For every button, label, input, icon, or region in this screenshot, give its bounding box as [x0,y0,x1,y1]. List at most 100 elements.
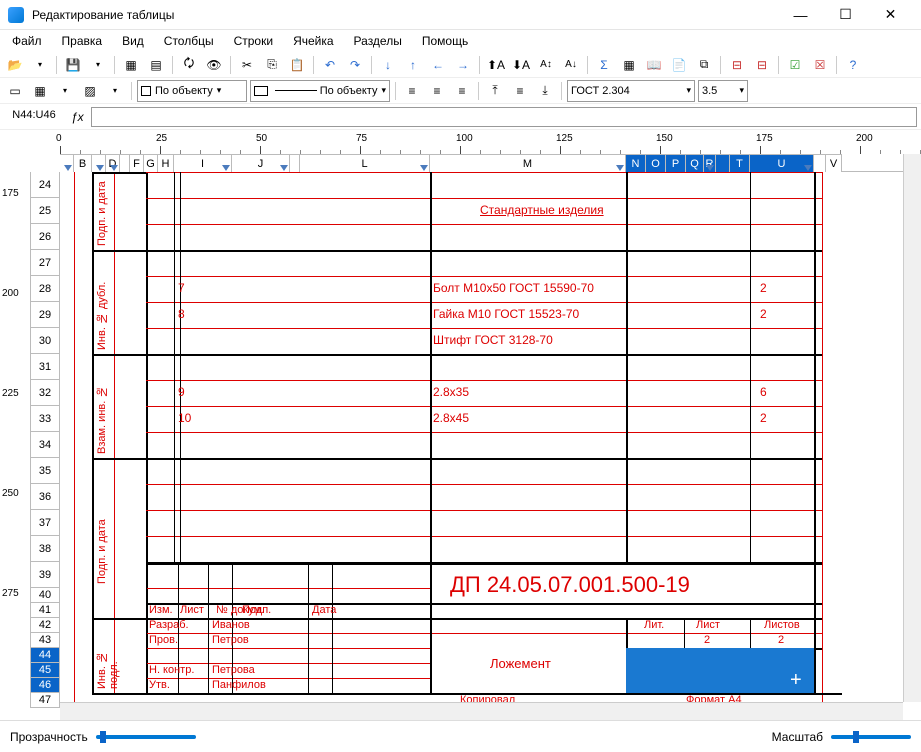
sum-icon[interactable]: Σ [593,54,615,76]
col-header-blank[interactable] [814,154,826,172]
arrow-right-icon[interactable]: → [452,54,474,76]
col-header-I[interactable]: I [174,154,232,172]
arrow-left-icon[interactable]: ← [427,54,449,76]
row-header-28[interactable]: 28 [30,276,60,302]
col-header-blank[interactable] [716,154,730,172]
cancel-icon[interactable]: ☒ [809,54,831,76]
row-header-31[interactable]: 31 [30,354,60,380]
col-header-T[interactable]: T [730,154,750,172]
row-header-32[interactable]: 32 [30,380,60,406]
formula-input[interactable] [91,107,917,127]
save-dropdown-icon[interactable]: ▾ [87,54,109,76]
sort-desc-icon[interactable]: ⬇A [510,54,532,76]
col-header-blank[interactable] [60,154,74,172]
row-header-30[interactable]: 30 [30,328,60,354]
row-header-24[interactable]: 24 [30,172,60,198]
row-header-26[interactable]: 26 [30,224,60,250]
pattern-icon[interactable]: ▨ [79,80,101,102]
paste-icon[interactable]: 📋 [286,54,308,76]
menu-Строки[interactable]: Строки [226,32,281,50]
col-header-D[interactable]: D [106,154,120,172]
cut-icon[interactable]: ✂ [236,54,258,76]
row-header-25[interactable]: 25 [30,198,60,224]
spreadsheet-canvas[interactable]: Подп. и датаИнв. № дубл.Взам. инв. №Подп… [60,172,903,702]
sort-asc-icon[interactable]: ⬆A [485,54,507,76]
redo-icon[interactable]: ↷ [344,54,366,76]
horizontal-scrollbar[interactable] [60,702,903,720]
menu-Файл[interactable]: Файл [4,32,50,50]
col-header-F[interactable]: F [130,154,144,172]
pattern-dd-icon[interactable]: ▾ [104,80,126,102]
row-header-35[interactable]: 35 [30,458,60,484]
delete-row-icon[interactable]: ⊟ [751,54,773,76]
row-header-46[interactable]: 46 [30,678,60,693]
book-icon[interactable]: 📖 [643,54,665,76]
col-header-P[interactable]: P [666,154,686,172]
vertical-scrollbar[interactable] [903,154,921,702]
fill-combo[interactable]: По объекту▾ [137,80,247,102]
props-icon[interactable]: 📄 [668,54,690,76]
row-header-38[interactable]: 38 [30,536,60,562]
grid-icon[interactable]: ▦ [618,54,640,76]
row-header-40[interactable]: 40 [30,588,60,603]
border-combo[interactable]: По объекту▾ [250,80,390,102]
maximize-button[interactable]: ☐ [823,1,868,29]
row-header-45[interactable]: 45 [30,663,60,678]
row-header-47[interactable]: 47 [30,693,60,708]
col-header-blank[interactable] [92,154,106,172]
filter-icon[interactable]: A↕ [535,54,557,76]
delete-col-icon[interactable]: ⊟ [726,54,748,76]
row-header-33[interactable]: 33 [30,406,60,432]
row-header-34[interactable]: 34 [30,432,60,458]
col-header-J[interactable]: J [232,154,290,172]
arrow-down-icon[interactable]: ↓ [377,54,399,76]
row-header-36[interactable]: 36 [30,484,60,510]
open-icon[interactable]: 📂 [4,54,26,76]
font-size-combo[interactable]: 3.5▾ [698,80,748,102]
menu-Вид[interactable]: Вид [114,32,152,50]
col-header-U[interactable]: U [750,154,814,172]
col-header-O[interactable]: O [646,154,666,172]
col-header-blank[interactable] [120,154,130,172]
column-headers[interactable]: BDFGHIJLMNOPQRTUV [60,154,903,172]
cell-reference[interactable]: N44:U46 [4,107,64,127]
eye-icon[interactable]: 👁 [203,54,225,76]
close-button[interactable]: ✕ [868,1,913,29]
cells-icon[interactable]: ▦ [29,80,51,102]
row-header-27[interactable]: 27 [30,250,60,276]
col-header-N[interactable]: N [626,154,646,172]
undo-icon[interactable]: ↶ [319,54,341,76]
table-icon[interactable]: ▦ [120,54,142,76]
save-icon[interactable]: 💾 [62,54,84,76]
row-header-43[interactable]: 43 [30,633,60,648]
align-left-icon[interactable]: ≡ [401,80,423,102]
help-icon[interactable]: ? [842,54,864,76]
row-header-42[interactable]: 42 [30,618,60,633]
row-header-41[interactable]: 41 [30,603,60,618]
font-combo[interactable]: ГОСТ 2.304▾ [567,80,695,102]
row-header-44[interactable]: 44 [30,648,60,663]
valign-bot-icon[interactable]: ⤓ [534,80,556,102]
check-icon[interactable]: ☑ [784,54,806,76]
row-header-29[interactable]: 29 [30,302,60,328]
valign-top-icon[interactable]: ⤒ [484,80,506,102]
col-header-Q[interactable]: Q [686,154,704,172]
row-headers[interactable]: 2425262728293031323334353637383940414243… [30,172,60,702]
open-dropdown-icon[interactable]: ▾ [29,54,51,76]
refresh-icon[interactable]: 🗘 [178,54,200,76]
minimize-button[interactable]: — [778,1,823,29]
layers-icon[interactable]: ⧉ [693,54,715,76]
col-header-G[interactable]: G [144,154,158,172]
col-header-R[interactable]: R [704,154,716,172]
menu-Помощь[interactable]: Помощь [414,32,476,50]
col-header-blank[interactable] [290,154,300,172]
col-header-L[interactable]: L [300,154,430,172]
col-header-M[interactable]: M [430,154,626,172]
col-header-B[interactable]: B [74,154,92,172]
row-header-37[interactable]: 37 [30,510,60,536]
align-center-icon[interactable]: ≡ [426,80,448,102]
table2-icon[interactable]: ▤ [145,54,167,76]
row-header-39[interactable]: 39 [30,562,60,588]
menu-Ячейка[interactable]: Ячейка [285,32,341,50]
col-header-V[interactable]: V [826,154,842,172]
